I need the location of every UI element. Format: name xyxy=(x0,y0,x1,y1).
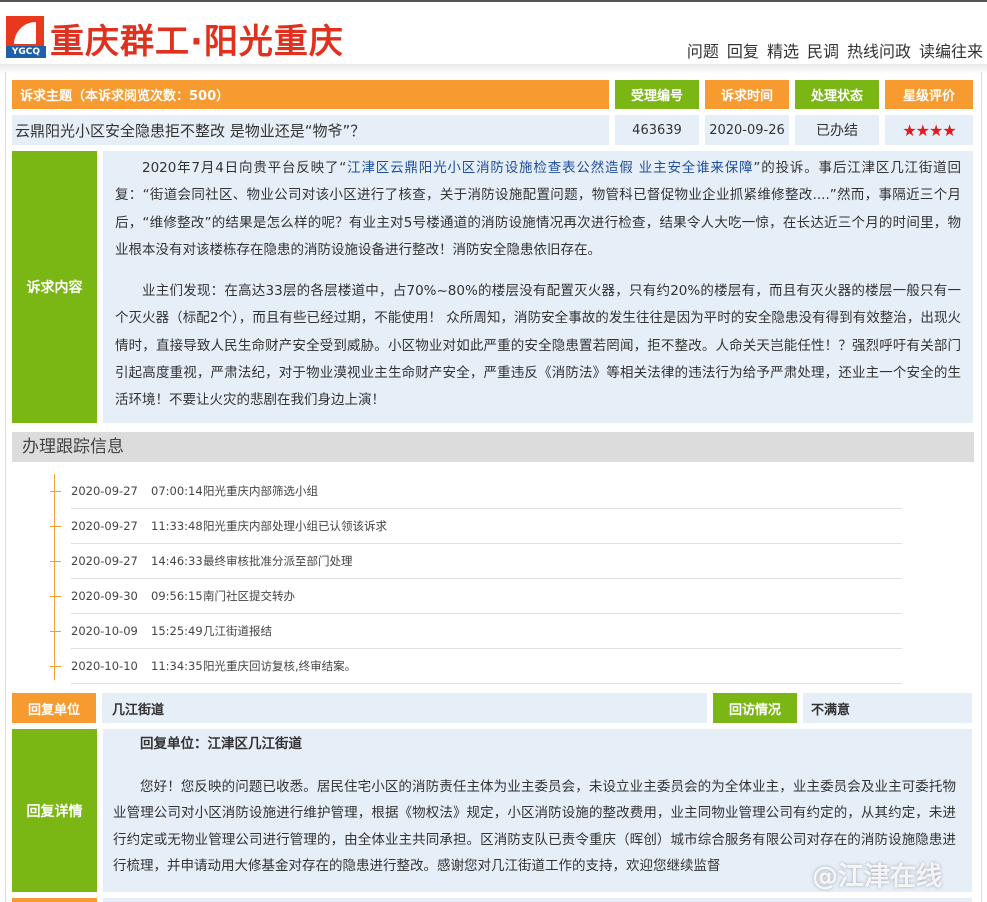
complaint-content: 2020年7月4日向贵平台反映了“江津区云鼎阳光小区消防设施检查表公然造假 业主… xyxy=(103,151,973,423)
timeline-item: 2020-10-09 15:25:49几江街道报结 xyxy=(71,614,902,649)
nav-item-jingxuan[interactable]: 精选 xyxy=(767,38,799,62)
site-header: YGCQ 重庆群工·阳光重庆 问题 回复 精选 民调 热线问政 读编往来 xyxy=(0,0,987,64)
nav-item-wenti[interactable]: 问题 xyxy=(687,38,719,62)
content-paragraph-2: 业主们发现：在高达33层的各层楼道中，占70%~80%的楼层没有配置灭火器，只有… xyxy=(115,283,961,409)
timeline-item: 2020-09-27 14:46:33最终审核批准分派至部门处理 xyxy=(71,544,902,579)
complaint-status: 已办结 xyxy=(795,115,879,145)
complaint-subject: 云鼎阳光小区安全隐患拒不整改 是物业还是“物爷”？ xyxy=(12,115,609,145)
content-label: 诉求内容 xyxy=(12,151,97,423)
visit-label: 回访情况 xyxy=(713,693,797,723)
reply-unit-label: 回复单位 xyxy=(12,693,96,723)
nav-item-readers[interactable]: 读编往来 xyxy=(919,38,983,62)
next-section-edge-blue xyxy=(103,898,972,902)
subject-header: 诉求主题（本诉求阅览次数：500） xyxy=(12,80,609,109)
site-title[interactable]: 重庆群工·阳光重庆 xyxy=(50,14,344,63)
col-header-id: 受理编号 xyxy=(615,80,699,109)
timeline-line xyxy=(54,474,55,680)
star-rating-icon: ★★★★ xyxy=(902,120,956,140)
watermark: @江津在线 xyxy=(812,862,943,892)
main-nav: 问题 回复 精选 民调 热线问政 读编往来 xyxy=(687,38,983,62)
nav-item-hotline[interactable]: 热线问政 xyxy=(847,38,911,62)
timeline-item: 2020-10-10 11:34:35阳光重庆回访复核,终审结案。 xyxy=(71,649,902,684)
previous-complaint-link[interactable]: 江津区云鼎阳光小区消防设施检查表公然造假 业主安全谁来保障 xyxy=(346,160,753,176)
site-logo[interactable]: YGCQ xyxy=(6,16,46,58)
col-header-status: 处理状态 xyxy=(795,80,879,109)
timeline-item: 2020-09-27 07:00:14阳光重庆内部筛选小组 xyxy=(71,474,902,509)
nav-item-huifu[interactable]: 回复 xyxy=(727,38,759,62)
nav-item-mindiao[interactable]: 民调 xyxy=(807,38,839,62)
timeline-item: 2020-09-27 11:33:48阳光重庆内部处理小组已认领该诉求 xyxy=(71,509,902,544)
complaint-rating: ★★★★ xyxy=(885,115,973,145)
logo-mark-icon xyxy=(6,16,44,46)
visit-result: 不满意 xyxy=(803,693,972,723)
logo-text: YGCQ xyxy=(6,46,46,58)
next-section-edge xyxy=(12,898,97,902)
reply-detail-unit: 回复单位：江津区几江街道 xyxy=(140,736,302,752)
col-header-time: 诉求时间 xyxy=(705,80,789,109)
col-header-rating: 星级评价 xyxy=(885,80,973,109)
reply-detail-label: 回复详情 xyxy=(12,729,97,892)
content-paragraph-1: 2020年7月4日向贵平台反映了“江津区云鼎阳光小区消防设施检查表公然造假 业主… xyxy=(115,160,962,258)
reply-unit-value: 几江街道 xyxy=(102,693,707,723)
complaint-id: 463639 xyxy=(615,115,699,145)
timeline-item: 2020-09-30 09:56:15南门社区提交转办 xyxy=(71,579,902,614)
tracking-title: 办理跟踪信息 xyxy=(12,432,974,462)
complaint-date: 2020-09-26 xyxy=(705,115,789,145)
